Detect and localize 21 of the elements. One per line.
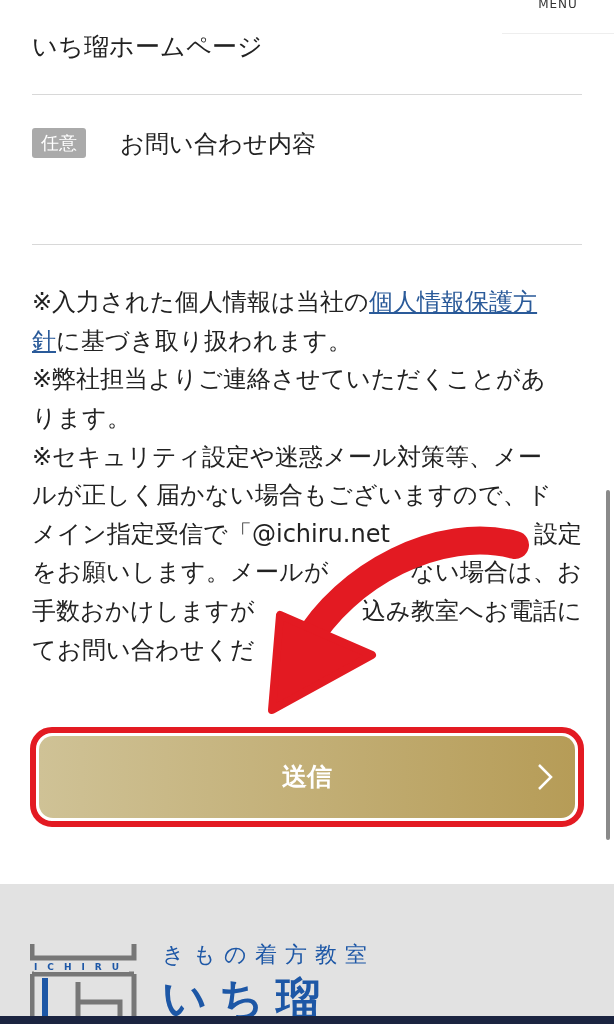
optional-badge: 任意 bbox=[32, 128, 86, 158]
notice-text: ※弊社担当よりご連絡させていただくことがあ bbox=[32, 364, 547, 396]
notice-text: メイン指定受信で「@ichiru.net bbox=[32, 518, 390, 550]
field-label: お問い合わせ内容 bbox=[120, 131, 316, 157]
notice-text: 込み教室へお電話に bbox=[362, 596, 582, 628]
chevron-right-icon bbox=[537, 762, 553, 791]
privacy-policy-link[interactable]: 個人情報保護方 bbox=[369, 286, 538, 319]
notice-text: 設定 bbox=[534, 518, 582, 550]
notice-text: に基づき取り扱われます。 bbox=[56, 325, 352, 357]
notice-text: 手数おかけしますが bbox=[32, 596, 255, 628]
notice-text: ※入力された個人情報は当社の bbox=[32, 287, 370, 319]
notice-text: ※セキュリティ設定や迷惑メール対策等、メー bbox=[32, 441, 543, 473]
notice-text: をお願いします。メールが bbox=[32, 557, 329, 589]
privacy-policy-link[interactable]: 針 bbox=[32, 324, 56, 357]
notice-text: ルが正しく届かない場合もございますので、ド bbox=[32, 480, 552, 512]
notice-text: てお問い合わせくだ bbox=[32, 634, 255, 666]
notice-text: ります。 bbox=[32, 403, 131, 435]
school-subtitle: きもの着方教室 bbox=[162, 942, 375, 968]
logo-letters: ICHIRU bbox=[34, 962, 130, 972]
homepage-value: いち瑠ホームページ bbox=[32, 34, 263, 60]
menu-label[interactable]: MENU bbox=[538, 0, 578, 10]
